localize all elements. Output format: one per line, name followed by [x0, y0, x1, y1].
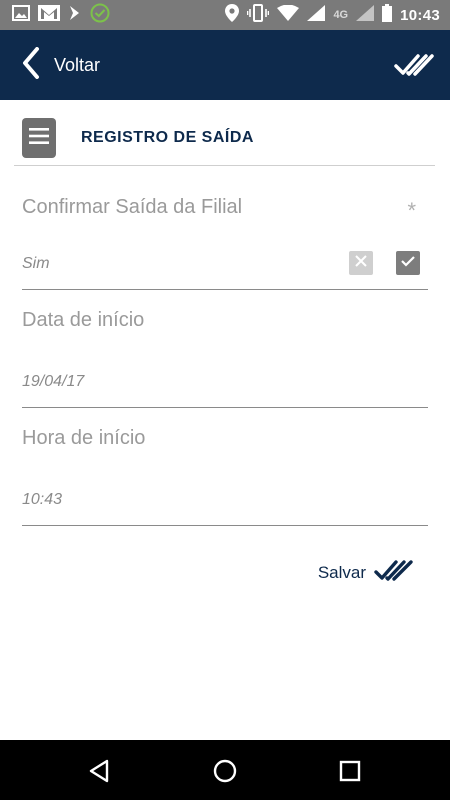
- header-divider: [14, 165, 435, 166]
- recents-square-icon: [337, 760, 363, 788]
- confirm-exit-value: Sim: [22, 255, 50, 272]
- start-time-label: Hora de início: [22, 427, 146, 449]
- section-title: REGISTRO DE SAÍDA: [81, 129, 254, 146]
- network-type: 4G: [333, 9, 349, 21]
- check-circle-icon: [90, 3, 110, 28]
- navigation-bar: [0, 740, 450, 800]
- check-icon: [400, 254, 416, 273]
- chevron-right-icon: [68, 5, 82, 26]
- vibrate-icon: [247, 3, 270, 27]
- confirm-button[interactable]: [394, 50, 434, 80]
- double-check-icon: [374, 558, 414, 589]
- start-time-value[interactable]: 10:43: [22, 491, 62, 509]
- start-date-value[interactable]: 19/04/17: [22, 373, 84, 391]
- back-button[interactable]: Voltar: [22, 46, 100, 84]
- confirm-exit-field: Confirmar Saída da Filial * Sim: [22, 196, 428, 291]
- double-check-icon: [394, 54, 434, 84]
- home-circle-icon: [212, 759, 238, 788]
- clock: 10:43: [400, 6, 440, 24]
- nav-recents-button[interactable]: [337, 758, 363, 784]
- required-mark: *: [407, 198, 416, 223]
- chevron-left-icon: [22, 46, 40, 84]
- section-header: REGISTRO DE SAÍDA: [22, 112, 434, 164]
- save-button[interactable]: Salvar: [318, 558, 414, 588]
- nav-back-button[interactable]: [87, 758, 113, 784]
- start-date-field[interactable]: Data de início 19/04/17: [22, 309, 428, 409]
- field-underline: [22, 525, 428, 526]
- image-icon: [12, 4, 30, 26]
- signal-weak-icon: [356, 4, 375, 26]
- close-icon: [354, 254, 368, 273]
- back-triangle-icon: [87, 759, 113, 788]
- app-bar: Voltar: [0, 30, 450, 100]
- wifi-icon: [277, 4, 300, 26]
- signal-icon: [307, 4, 326, 26]
- save-label: Salvar: [317, 563, 366, 582]
- start-date-label: Data de início: [22, 309, 145, 331]
- reject-toggle-button[interactable]: [349, 251, 373, 275]
- field-underline: [22, 407, 428, 408]
- field-underline: [22, 289, 428, 290]
- status-bar: 4G 10:43: [0, 0, 450, 30]
- confirm-exit-label: Confirmar Saída da Filial: [22, 196, 243, 218]
- accept-toggle-button[interactable]: [396, 251, 420, 275]
- start-time-field[interactable]: Hora de início 10:43: [22, 427, 428, 527]
- location-icon: [225, 3, 240, 27]
- gmail-icon: [38, 4, 60, 26]
- back-label: Voltar: [54, 54, 101, 75]
- status-bar-notifications: [12, 0, 110, 30]
- battery-icon: [382, 3, 393, 27]
- hamburger-icon: [29, 127, 49, 150]
- nav-home-button[interactable]: [212, 758, 238, 784]
- menu-button[interactable]: [22, 118, 56, 158]
- status-bar-system: 4G 10:43: [225, 0, 440, 30]
